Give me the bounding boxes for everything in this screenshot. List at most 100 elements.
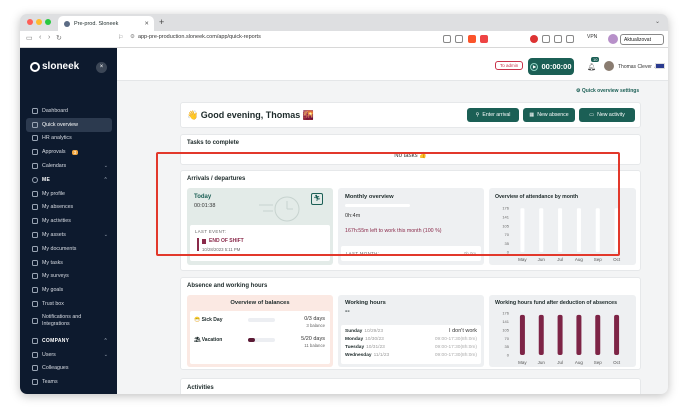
sick-label: Sick Day [201,317,223,323]
greeting-title: 👋 Good evening, Thomas 🌇 [187,110,314,120]
sidebar-item-trust-box[interactable]: Trust box [26,297,112,311]
day-date: 10/31/23 [366,345,385,350]
sidebar-section-me[interactable]: ME ⌃ [26,173,112,187]
sidebar-item-hr-analytics[interactable]: HR analytics [26,132,112,146]
brave-shield-icon[interactable] [468,35,476,43]
reader-icon[interactable] [455,35,463,43]
calendar-icon [32,163,38,170]
url-text: app-pre-production.sloneek.com/app/quick… [137,34,261,40]
sidebar-item-quick-overview[interactable]: Quick overview [26,117,112,132]
sidebar-item-label: My tasks [42,259,63,266]
sidebar-item-my-tasks[interactable]: My tasks [26,256,112,270]
sidebar-item-my-documents[interactable]: My documents [26,242,112,256]
y-tick-label: 35 [505,344,510,349]
bar-sep [595,314,601,355]
update-button[interactable]: Aktualizovat [620,34,664,45]
avatar[interactable] [604,61,614,71]
language-flag-icon[interactable] [655,63,665,69]
bar-may [520,208,525,252]
approvals-icon [32,149,38,156]
y-tick-label: 176 [502,206,509,211]
sidebar-item-label: Approvals [42,149,66,156]
sidebar-item-my-activities[interactable]: My activities [26,214,112,228]
attendance-timer-button[interactable]: ▶ 00:00:00 [528,58,574,75]
monthly-left-text: 167h:55m left to work this month (100 %) [345,228,442,234]
x-tick-label: Sep [594,360,603,365]
dashboard-icon [32,107,38,114]
reload-icon[interactable]: ↻ [56,34,62,42]
sidebar-item-my-absences[interactable]: My absences [26,201,112,215]
monthly-progress-bar [345,204,410,207]
last-month-label: LAST MONTH: [346,251,380,256]
sloneek-logo-icon [30,61,40,72]
downloads-icon[interactable] [566,35,574,43]
tasks-icon [32,259,38,266]
close-tab-icon[interactable]: ✕ [144,21,149,27]
maximize-window-button[interactable] [45,19,51,25]
sidebar-item-approvals[interactable]: Approvals 3 [26,145,112,159]
y-tick-label: 141 [502,214,509,219]
sidebar-item-my-surveys[interactable]: My surveys [26,270,112,284]
sidebar-item-label: Users [42,351,56,358]
sidebar-item-label: My profile [42,190,65,197]
collapse-sidebar-button[interactable]: × [96,62,107,73]
new-absence-button[interactable]: ▦ New absence [523,108,575,122]
quick-overview-settings-link[interactable]: ⚙ Quick overview settings [576,88,639,94]
tasks-card: Tasks to complete No tasks 👍 [180,134,641,165]
sidebar-item-my-assets[interactable]: My assets ⌄ [26,228,112,242]
minimize-window-button[interactable] [36,19,42,25]
section-label: ME [42,176,51,183]
bell-icon[interactable]: 🔔︎ [587,63,596,71]
sidebar-item-my-goals[interactable]: My goals [26,283,112,297]
rewards-icon[interactable] [480,35,488,43]
extensions-puzzle-icon[interactable] [542,35,550,43]
forward-icon[interactable]: › [48,34,50,41]
sidebar-item-calendars[interactable]: Calendars ⌄ [26,159,112,173]
analytics-icon [32,135,38,142]
browser-tab[interactable]: Pre-prod. Sloneek ✕ [58,16,154,31]
sidebar-item-my-profile[interactable]: My profile [26,187,112,201]
sidebar-item-colleagues[interactable]: Colleagues [26,362,112,376]
x-tick-label: May [518,360,527,365]
share-icon[interactable] [443,35,451,43]
end-of-shift-icon [202,239,206,244]
documents-icon [32,245,38,252]
balances-list: 😷 Sick Day 0/3 days 3 balance ⛱ Vacation… [190,311,330,364]
vacation-progress-bar [248,338,275,342]
tab-list-chevron-icon[interactable]: ⌄ [655,18,660,25]
vpn-button[interactable]: VPN [587,34,597,40]
browser-profile-avatar[interactable] [608,34,618,44]
button-label: New activity [597,112,625,118]
day-date: 10/30/23 [365,337,384,342]
extension-icon[interactable] [530,35,538,43]
favicon-icon [64,20,70,27]
x-tick-label: May [518,257,527,262]
sidebar-item-notifications[interactable]: Notifications and Integrations [26,311,112,331]
list-item: Monday 10/30/23 09:00-17:30(8h:0m) [345,337,477,342]
quick-settings-label: Quick overview settings [581,88,640,94]
bar-may [519,314,525,355]
back-icon[interactable]: ‹ [39,34,41,41]
list-item: Tuesday 10/31/23 09:00-17:30(8h:0m) [345,345,477,350]
new-activity-button[interactable]: ▭ New activity [579,108,635,122]
sidebar-item-users[interactable]: Users ⌄ [26,348,112,362]
url-field[interactable]: ⚙ app-pre-production.sloneek.com/app/quic… [130,34,261,40]
enter-arrival-button[interactable]: ⚲ Enter arrival [467,108,519,122]
to-admin-button[interactable]: To admin [495,61,524,70]
chevron-down-icon: ⌄ [103,232,108,239]
new-tab-button[interactable]: + [159,17,164,27]
last-event-time: 10/28/2023 5:11 PM [202,247,241,252]
bookmark-icon[interactable]: ⚐ [118,34,123,41]
sidebar-panel-icon[interactable] [554,35,562,43]
sidebar-section-company[interactable]: COMPANY ⌃ [26,334,112,348]
sidebar-item-dashboard[interactable]: Dashboard [26,104,112,118]
sidebar-toggle-icon[interactable]: ▭ [26,34,33,42]
day-hours: 09:00-17:30(8h:0m) [434,337,477,342]
logo: sloneek [30,61,79,72]
running-person-icon[interactable]: 🏃︎ [311,193,323,205]
x-tick-label: Jul [557,360,563,365]
close-window-button[interactable] [27,19,33,25]
x-tick-label: Oct [613,360,621,365]
sidebar-item-teams[interactable]: Teams [26,375,112,389]
user-menu[interactable]: Thomas Clever ⌄ [618,64,658,70]
